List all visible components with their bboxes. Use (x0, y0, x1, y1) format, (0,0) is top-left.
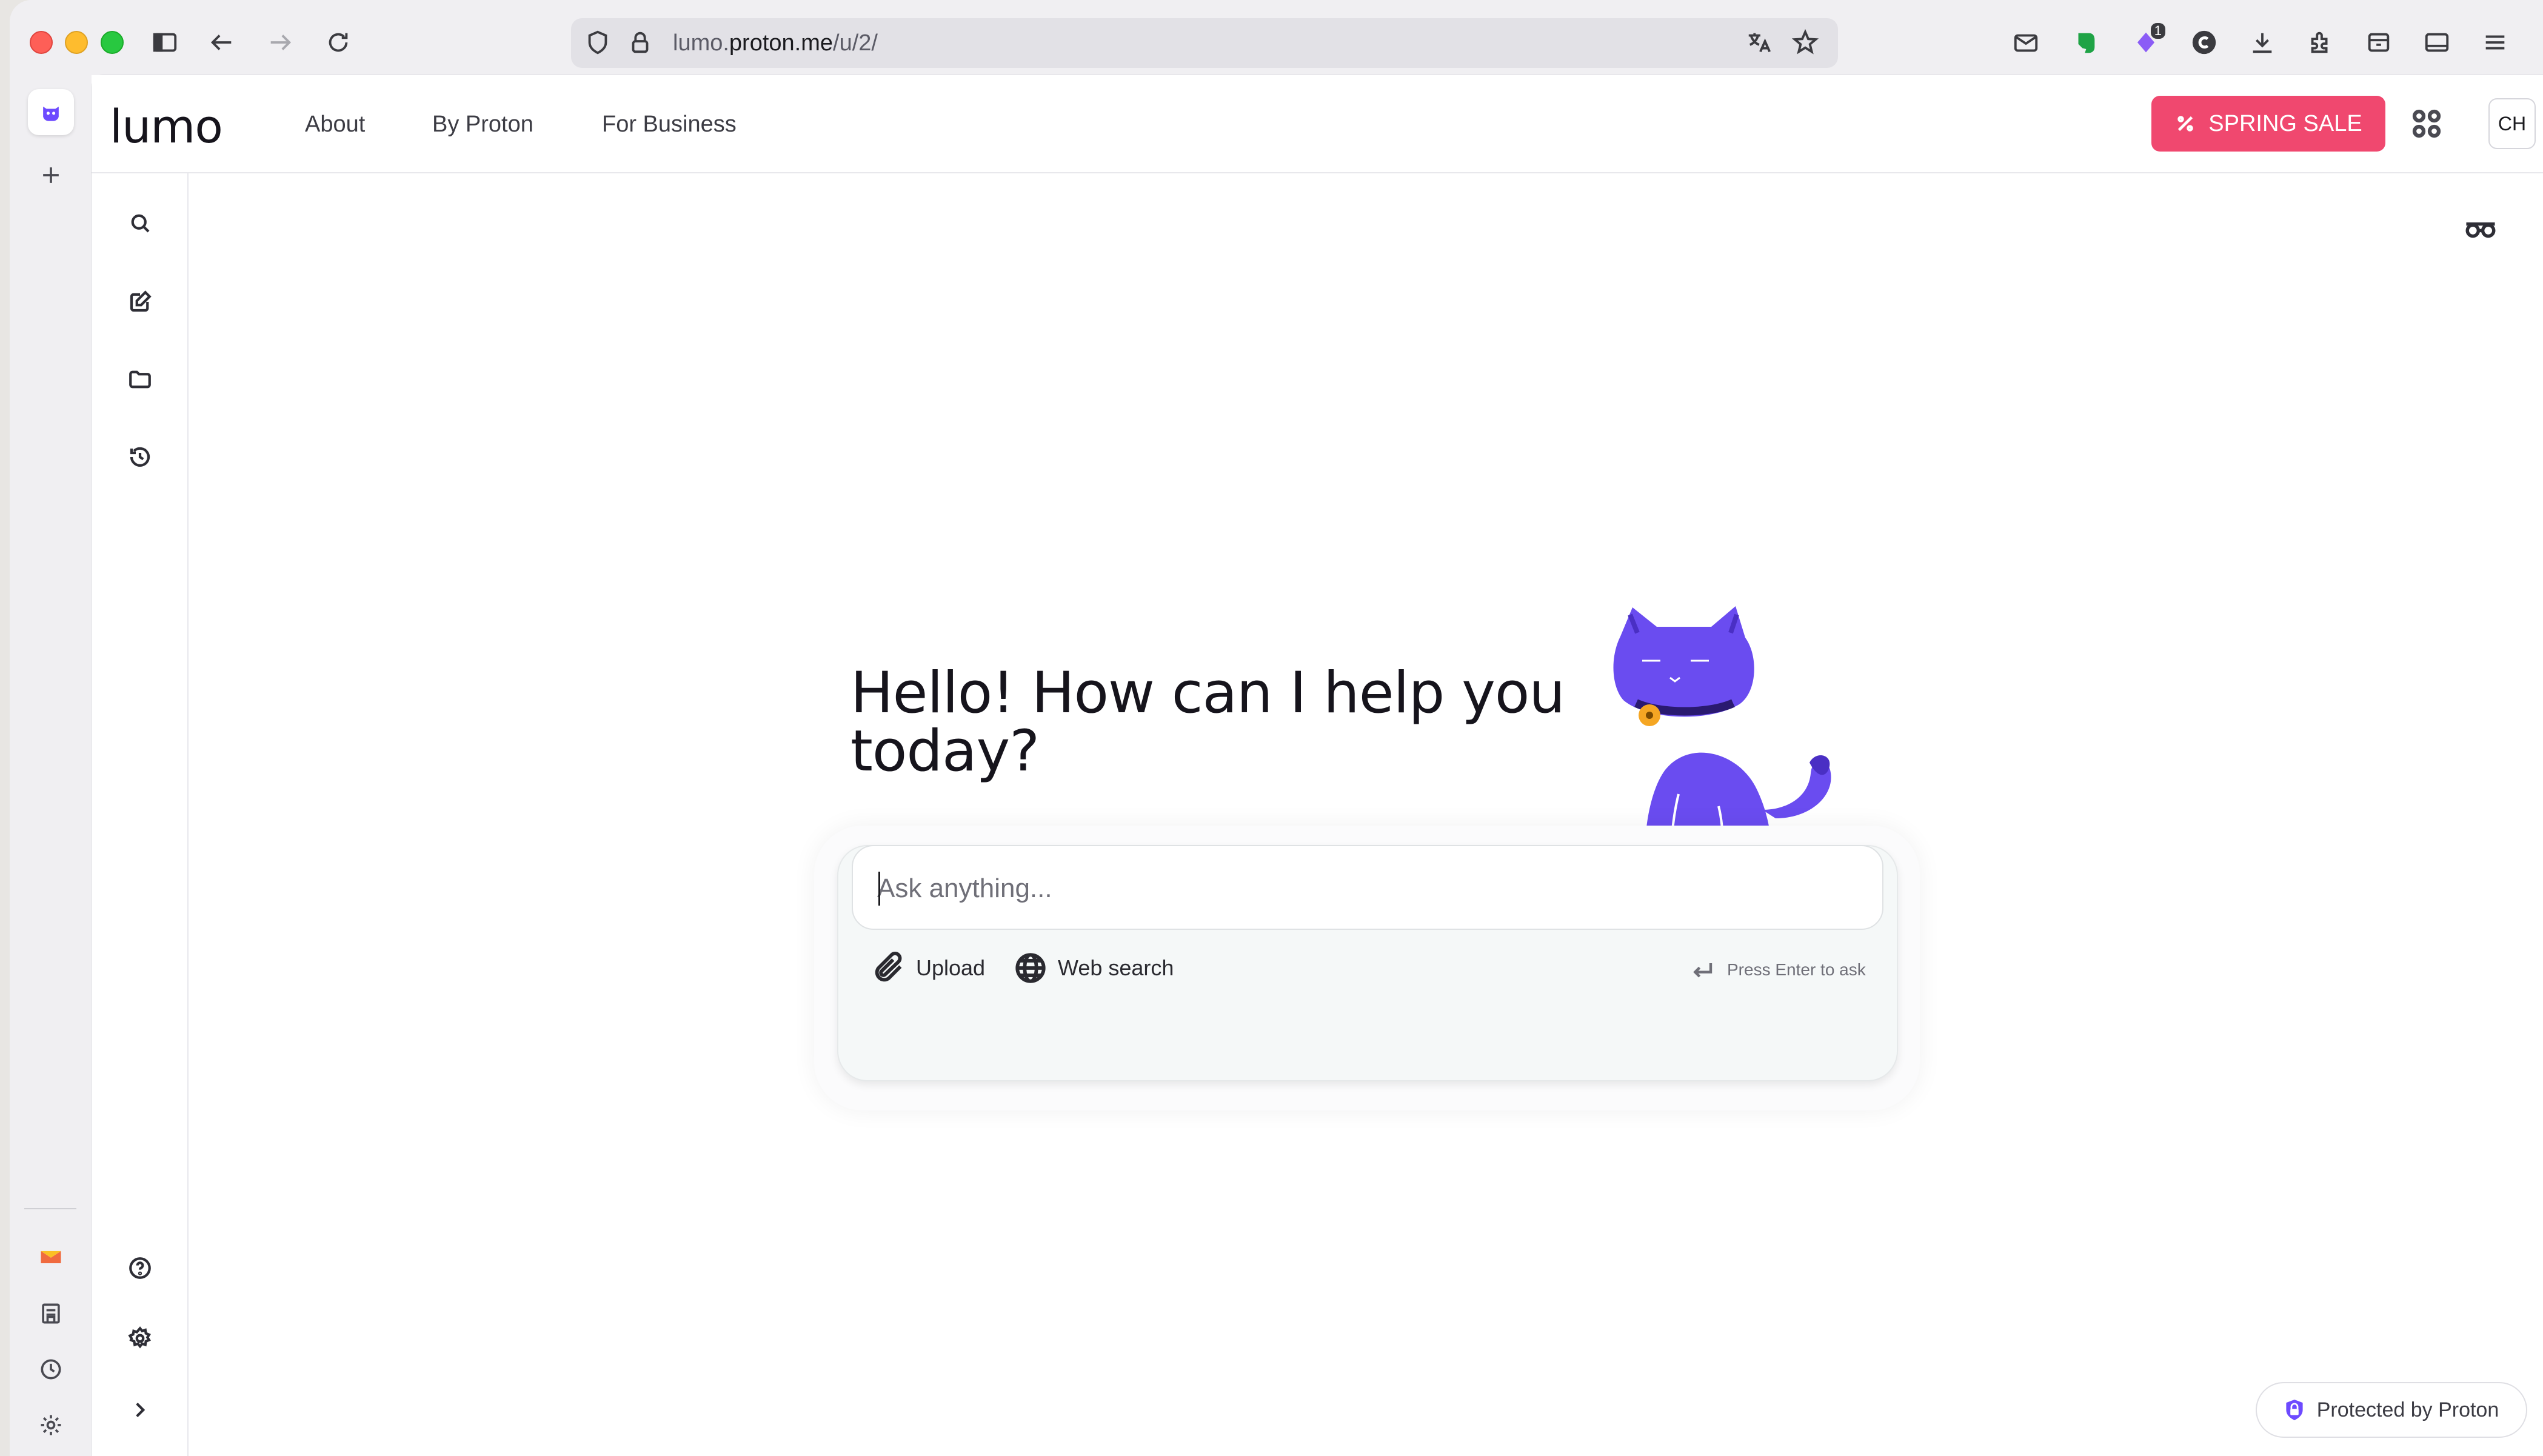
close-window-button[interactable] (30, 31, 53, 54)
sidebar-toggle-icon[interactable] (147, 24, 183, 61)
address-bar[interactable]: lumo.proton.me/u/2/ (571, 18, 1838, 68)
folder-icon[interactable] (121, 360, 159, 399)
upload-button[interactable]: Upload (871, 947, 985, 989)
upload-label: Upload (916, 955, 986, 980)
expand-sidebar-icon[interactable] (121, 1391, 159, 1429)
menu-icon[interactable] (2477, 24, 2513, 61)
reload-icon[interactable] (320, 24, 356, 61)
help-icon[interactable] (121, 1249, 159, 1287)
c-extension-icon[interactable] (2186, 24, 2222, 61)
apps-grid-icon[interactable] (2408, 105, 2445, 142)
ask-input-container[interactable] (852, 845, 1883, 930)
settings-icon[interactable] (121, 1319, 159, 1358)
back-icon[interactable] (204, 24, 240, 61)
downloads-icon[interactable] (2244, 24, 2281, 61)
browser-sidebar (10, 75, 91, 1456)
proton-shield-icon (2286, 1400, 2303, 1420)
lumo-app-icon[interactable] (28, 89, 74, 135)
sidebar-panel-icon[interactable] (2419, 24, 2455, 61)
percent-icon (2177, 116, 2194, 132)
lumo-page: lumo About By Proton For Business SPRING… (91, 75, 2543, 1456)
paperclip-icon (875, 952, 902, 982)
drive-icon[interactable] (28, 1291, 74, 1337)
press-enter-label: Press Enter to ask (1727, 960, 1866, 979)
press-enter-hint: Press Enter to ask (1691, 953, 1866, 987)
lock-icon[interactable] (622, 24, 658, 61)
shield-icon[interactable] (580, 24, 616, 61)
url-text[interactable]: lumo.proton.me/u/2/ (673, 30, 878, 56)
globe-icon (1015, 953, 1046, 983)
nav-for-business[interactable]: For Business (602, 112, 737, 138)
site-header: lumo About By Proton For Business SPRING… (92, 75, 2543, 173)
add-icon[interactable] (28, 152, 74, 198)
mail-extension-icon[interactable] (2008, 24, 2044, 61)
container-icon[interactable] (2361, 24, 2397, 61)
spring-sale-label: SPRING SALE (2208, 110, 2362, 136)
evernote-extension-icon[interactable] (2067, 24, 2104, 61)
mail-icon[interactable] (28, 1234, 74, 1280)
text-caret (878, 872, 880, 906)
lumo-logo[interactable]: lumo (110, 99, 223, 153)
protected-by-proton-badge[interactable]: Protected by Proton (2256, 1382, 2527, 1438)
minimize-window-button[interactable] (65, 31, 88, 54)
incognito-glasses-icon[interactable] (2463, 213, 2499, 244)
extensions-puzzle-icon[interactable] (2302, 24, 2339, 61)
nav-by-proton[interactable]: By Proton (432, 112, 533, 138)
app-sidebar (92, 173, 189, 1456)
web-search-label: Web search (1058, 955, 1174, 980)
maximize-window-button[interactable] (101, 31, 124, 54)
protected-label: Protected by Proton (2316, 1398, 2499, 1421)
gear-icon[interactable] (28, 1402, 74, 1448)
proton-pass-extension-icon[interactable]: 1 (2128, 23, 2165, 61)
browser-toolbar: lumo.proton.me/u/2/ 1 (10, 0, 2543, 75)
enter-key-icon (1693, 963, 1713, 978)
forward-icon[interactable] (262, 24, 298, 61)
new-chat-icon[interactable] (121, 282, 159, 321)
nav-about[interactable]: About (305, 112, 365, 138)
history-icon[interactable] (121, 438, 159, 476)
greeting-heading: Hello! How can I help you today? (850, 660, 1565, 784)
user-avatar-button[interactable]: CH (2488, 98, 2536, 149)
spring-sale-button[interactable]: SPRING SALE (2151, 96, 2385, 152)
translate-icon[interactable] (1741, 24, 1777, 61)
web-search-button[interactable]: Web search (1013, 947, 1174, 989)
ask-input[interactable] (877, 870, 1847, 907)
bookmark-star-icon[interactable] (1787, 24, 1823, 61)
search-icon[interactable] (121, 204, 159, 242)
extension-badge: 1 (2150, 23, 2165, 39)
rail-divider (24, 1208, 76, 1209)
clock-icon[interactable] (28, 1346, 74, 1392)
browser-window: lumo.proton.me/u/2/ 1 lumo About By Prot… (10, 0, 2543, 1456)
